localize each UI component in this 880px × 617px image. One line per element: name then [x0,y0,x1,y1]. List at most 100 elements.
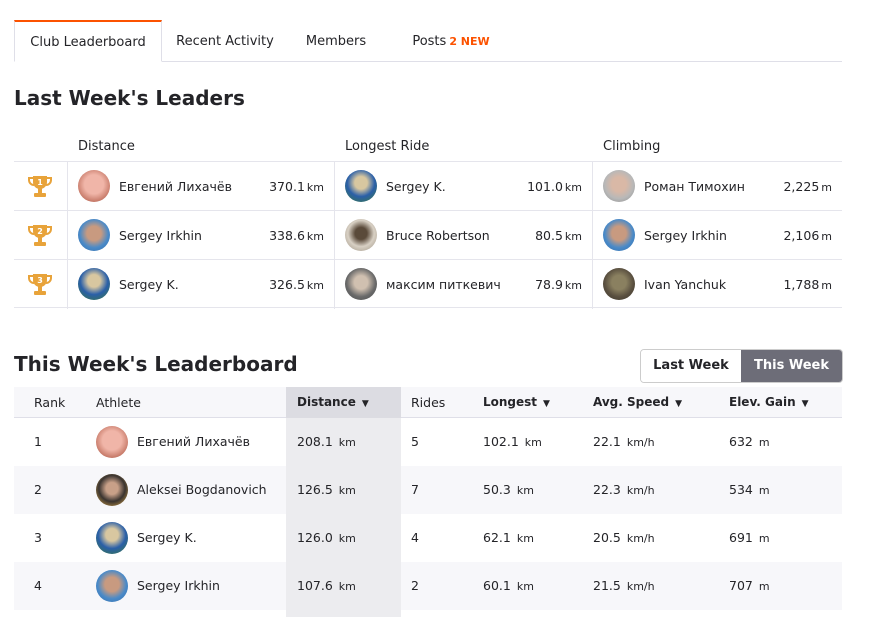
athlete-name[interactable]: Роман Тимохин [644,162,745,211]
distance-value: 326.5 km [269,260,324,309]
value: 62.1 [483,530,511,545]
longest-value: 101.0 km [527,162,582,211]
athlete-name[interactable]: Евгений Лихачёв [119,162,232,211]
unit: km [564,181,582,194]
athlete-avatar[interactable] [345,170,377,202]
elev-cell: 534 m [729,466,770,514]
leader-row: 3 Sergey K. 326.5 km максим питкевич 78.9… [14,259,842,309]
climbing-value: 2,225 m [783,162,832,211]
distance-cell: 126.0 km [297,514,356,562]
unit: km [564,279,582,292]
unit: km [516,484,534,497]
athlete-avatar[interactable] [96,570,128,602]
tab-recent-activity[interactable]: Recent Activity [164,20,286,62]
value: 632 [729,434,753,449]
value: 21.5 [593,578,621,593]
athlete-avatar[interactable] [345,219,377,251]
athlete-avatar[interactable] [345,268,377,300]
value: 80.5 [535,228,563,243]
sort-caret-icon: ▼ [801,399,809,409]
athlete-avatar[interactable] [603,219,635,251]
unit: km [338,436,356,449]
header-label: Avg. Speed [593,395,670,409]
tab-members[interactable]: Members [290,20,382,62]
athlete-avatar[interactable] [96,522,128,554]
sort-caret-icon: ▼ [543,399,550,409]
trophy-icon: 1 [28,176,52,197]
climbing-value: 1,788 m [783,260,832,309]
rank-cell: 3 [34,530,42,545]
header-distance[interactable]: Distance ▼ [297,387,369,418]
athlete-avatar[interactable] [603,268,635,300]
unit: m [758,532,770,545]
rides-cell: 2 [411,578,419,593]
athlete-avatar[interactable] [78,219,110,251]
athlete-name[interactable]: Sergey K. [386,162,446,211]
value: 2,225 [783,179,820,194]
athlete-name[interactable]: Bruce Robertson [386,211,490,260]
athlete-name[interactable]: Aleksei Bogdanovich [137,466,267,514]
header-label: Distance [297,395,356,409]
athlete-name[interactable]: Ivan Yanchuk [644,260,726,309]
trophy-rank: 2 [37,227,43,236]
athlete-avatar[interactable] [96,426,128,458]
longest-cell: 102.1 km [483,418,542,466]
header-elev-gain[interactable]: Elev. Gain ▼ [729,387,809,418]
elev-cell: 632 m [729,418,770,466]
tab-posts[interactable]: Posts 2 NEW [394,20,508,62]
tab-club-leaderboard[interactable]: Club Leaderboard [14,20,162,62]
this-week-button[interactable]: This Week [741,350,842,382]
athlete-avatar[interactable] [78,268,110,300]
athlete-name[interactable]: Евгений Лихачёв [137,418,250,466]
longest-cell: 60.1 km [483,562,534,610]
value: 126.5 [297,482,333,497]
unit: km [564,230,582,243]
header-label: Elev. Gain [729,395,796,409]
unit: km/h [626,580,655,593]
column-header-distance: Distance [78,139,135,154]
unit: km [524,436,542,449]
athlete-avatar[interactable] [78,170,110,202]
value: 2,106 [783,228,820,243]
value: 1,788 [783,277,820,292]
unit: km/h [626,484,655,497]
longest-value: 78.9 km [535,260,582,309]
column-header-climbing: Climbing [603,139,661,154]
elev-cell: 691 m [729,514,770,562]
trophy-rank: 1 [37,178,43,187]
trophy-rank: 3 [37,276,43,285]
this-week-title: This Week's Leaderboard [14,352,298,376]
last-week-title: Last Week's Leaders [14,86,245,110]
distance-cell: 208.1 km [297,418,356,466]
speed-cell: 20.5 km/h [593,514,655,562]
athlete-name[interactable]: Sergey K. [119,260,179,309]
athlete-name[interactable]: Sergey Irkhin [119,211,202,260]
value: 126.0 [297,530,333,545]
last-week-button[interactable]: Last Week [641,350,741,382]
distance-cell: 107.6 km [297,562,356,610]
athlete-name[interactable]: Sergey K. [137,514,197,562]
unit: m [758,580,770,593]
header-longest[interactable]: Longest ▼ [483,387,550,418]
header-avg-speed[interactable]: Avg. Speed ▼ [593,387,682,418]
value: 707 [729,578,753,593]
tab-label: Club Leaderboard [30,35,146,50]
athlete-name[interactable]: Sergey Irkhin [644,211,727,260]
athlete-name[interactable]: Sergey Irkhin [137,562,220,610]
value: 78.9 [535,277,563,292]
value: 107.6 [297,578,333,593]
trophy-icon: 3 [28,274,52,295]
sort-caret-icon: ▼ [361,399,369,409]
unit: km [338,532,356,545]
value: 101.0 [527,179,563,194]
athlete-name[interactable]: максим питкевич [386,260,501,309]
unit: m [821,230,832,243]
column-header-longest-ride: Longest Ride [345,139,430,154]
rank-cell: 2 [34,482,42,497]
week-toggle: Last Week This Week [640,349,843,383]
athlete-avatar[interactable] [96,474,128,506]
athlete-avatar[interactable] [603,170,635,202]
club-tabs: Club Leaderboard Recent Activity Members… [14,20,842,62]
unit: km [306,279,324,292]
sort-caret-icon: ▼ [675,399,683,409]
